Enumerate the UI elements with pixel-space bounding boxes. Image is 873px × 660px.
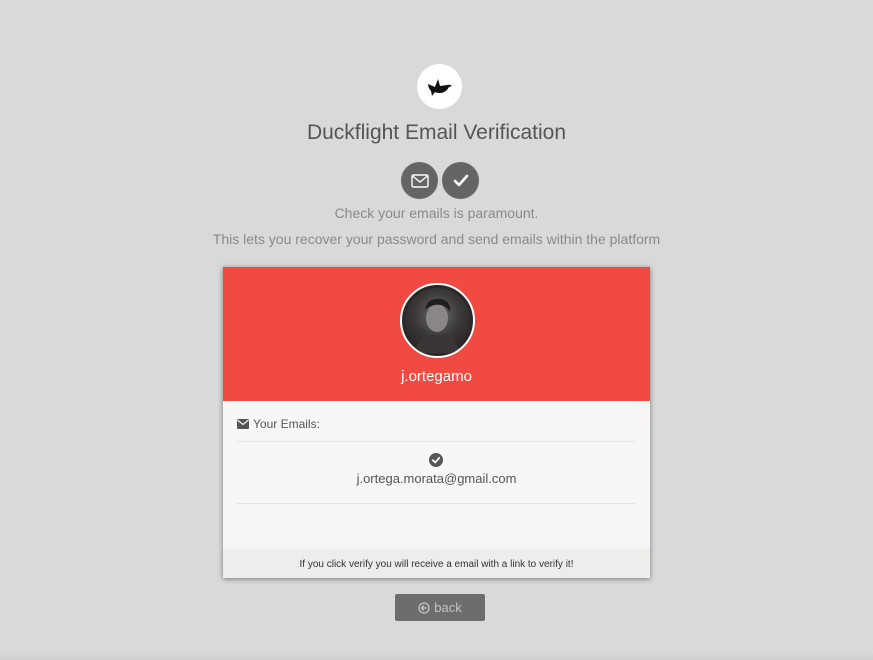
envelope-icon: [410, 173, 429, 188]
card-header: j.ortegamo: [223, 267, 650, 401]
step-verified: [442, 162, 479, 199]
app-logo: [417, 64, 462, 109]
avatar: [400, 283, 475, 358]
step-email: [401, 162, 438, 199]
divider: [237, 503, 635, 504]
subtitle-line-2: This lets you recover your password and …: [212, 231, 661, 247]
divider: [237, 441, 635, 442]
back-button-label: back: [434, 600, 462, 615]
avatar-photo: [405, 288, 470, 353]
verify-info-footer: If you click verify you will receive a e…: [223, 549, 650, 578]
verification-steps: [401, 162, 479, 199]
bottom-edge: [0, 652, 873, 660]
emails-label-text: Your Emails:: [253, 417, 320, 431]
check-icon: [453, 174, 468, 187]
bird-icon: [427, 78, 452, 96]
emails-section-label: Your Emails:: [237, 417, 320, 431]
username: j.ortegamo: [401, 368, 472, 385]
verified-check-icon: [429, 453, 443, 467]
verification-page: Duckflight Email Verification Check your…: [0, 0, 873, 660]
email-address: j.ortega.morata@gmail.com: [356, 471, 517, 486]
arrow-left-circle-icon: [418, 601, 430, 614]
profile-card: j.ortegamo Your Emails: j.ortega.morata@…: [223, 267, 650, 578]
subtitle-line-1: Check your emails is paramount.: [334, 205, 539, 221]
envelope-icon: [237, 419, 249, 429]
page-title: Duckflight Email Verification: [306, 121, 567, 144]
back-button[interactable]: back: [395, 594, 485, 621]
